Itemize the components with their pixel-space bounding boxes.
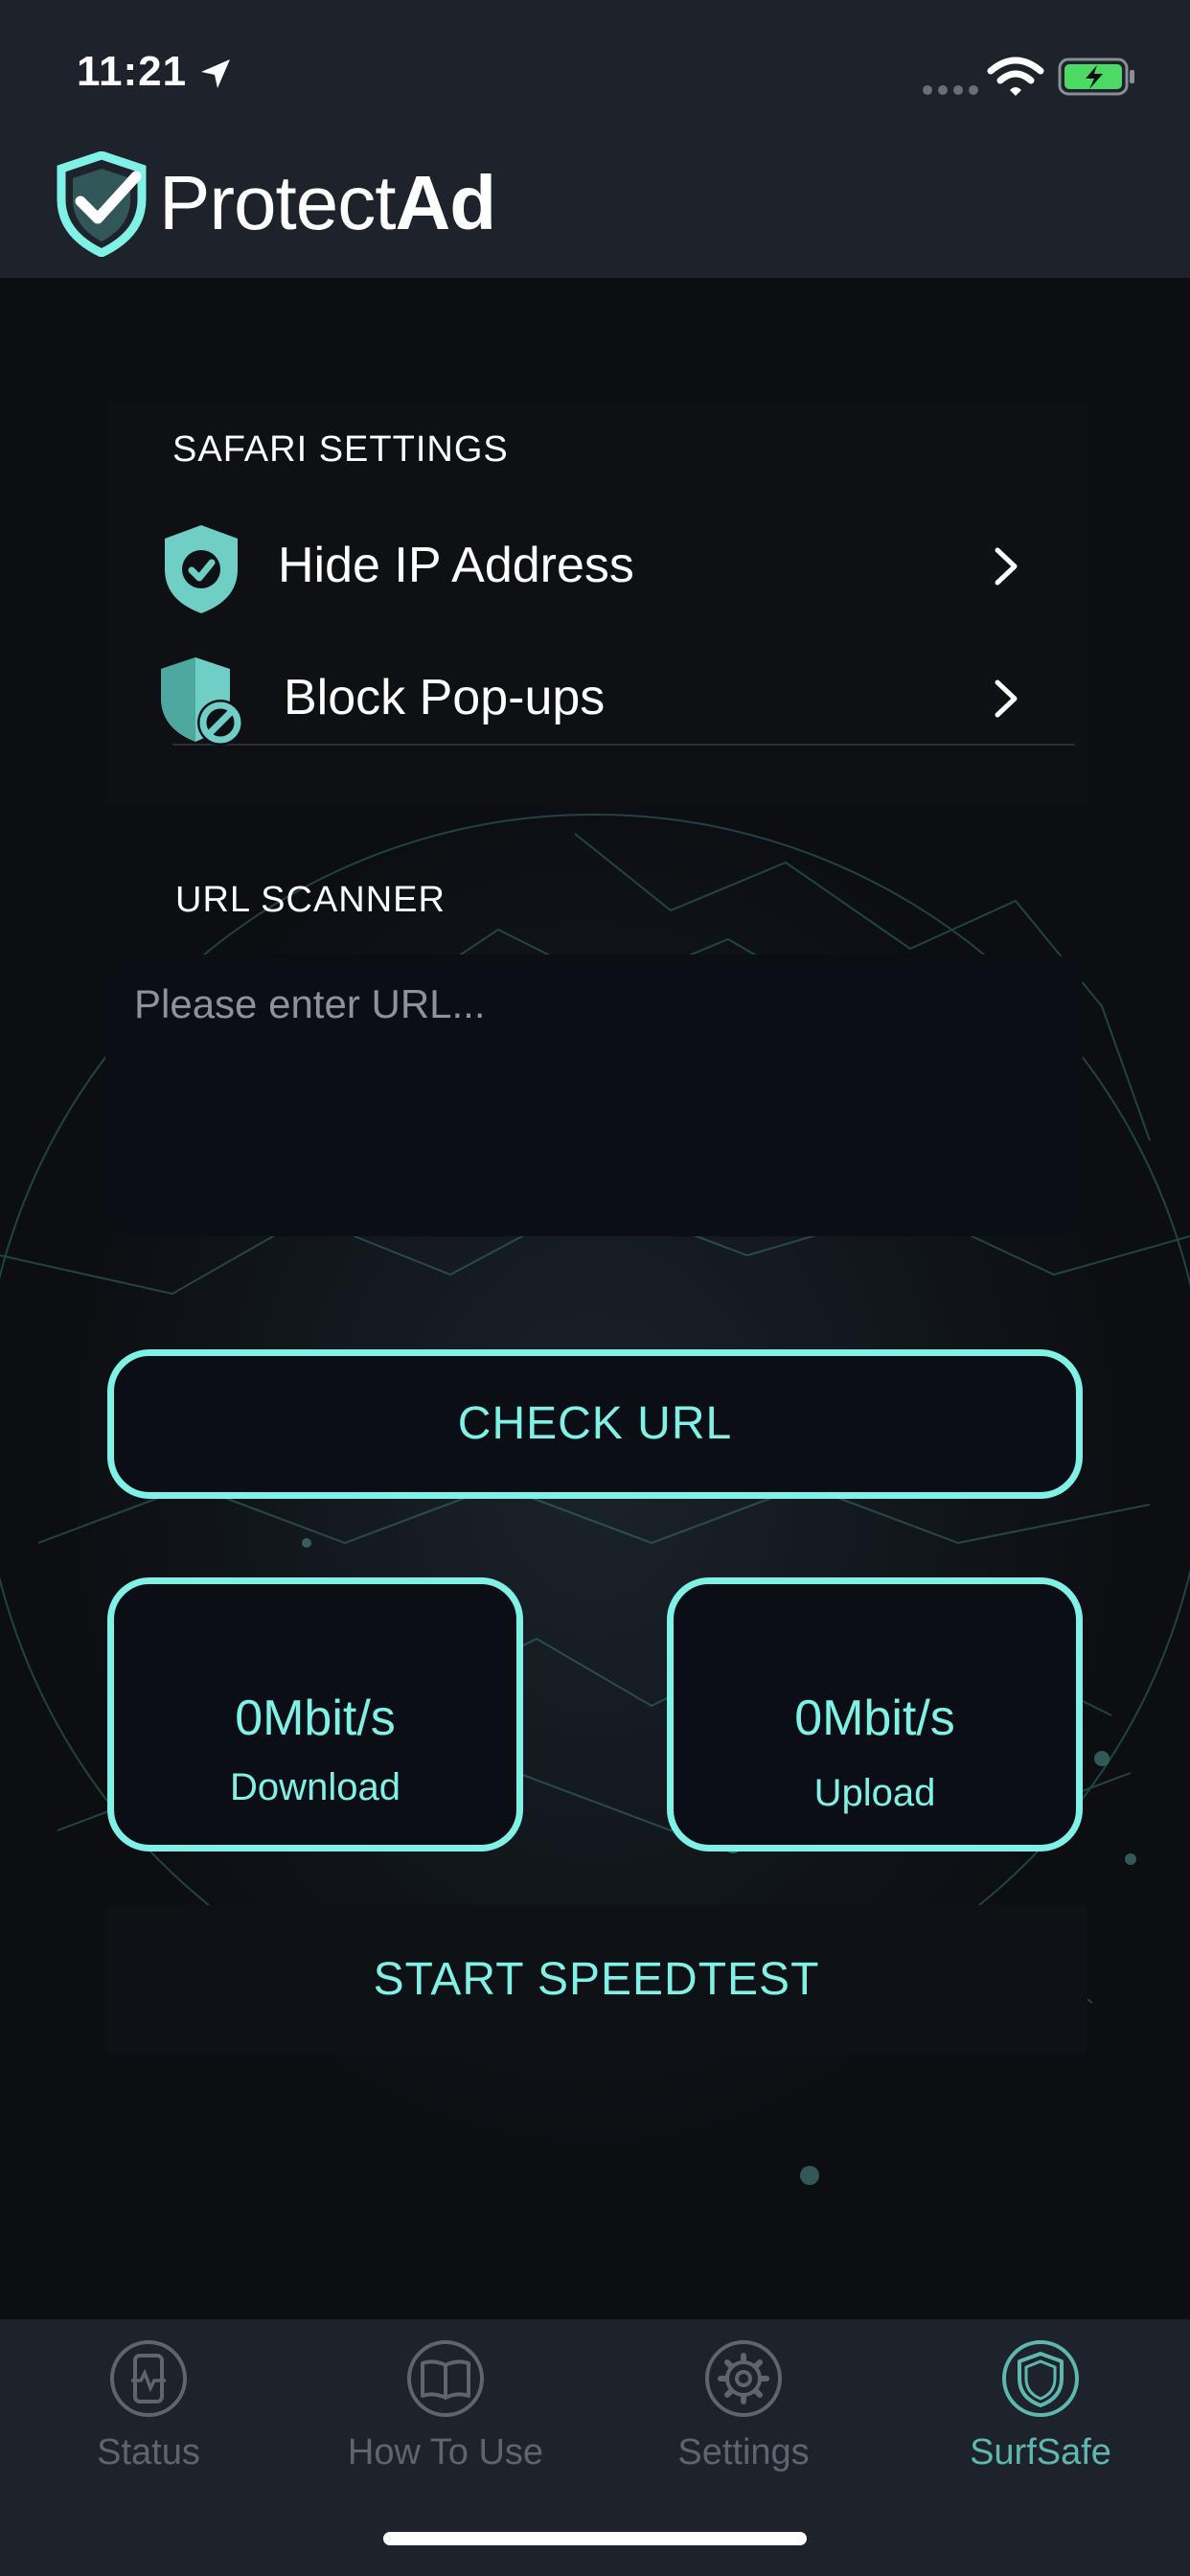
book-icon	[407, 2340, 484, 2417]
signal-dots-icon	[923, 85, 978, 95]
check-url-button[interactable]: CHECK URL	[107, 1349, 1083, 1499]
download-speed-value: 0Mbit/s	[235, 1690, 396, 1746]
upload-speed-value: 0Mbit/s	[794, 1690, 955, 1746]
tab-how-to-use[interactable]: How To Use	[297, 2338, 594, 2501]
chevron-right-icon	[995, 547, 1018, 586]
hide-ip-address-label: Hide IP Address	[278, 538, 634, 593]
brand-logo-text: ProtectAd	[159, 160, 496, 245]
phone-pulse-icon	[110, 2340, 187, 2417]
shield-check-logo-icon	[57, 151, 147, 257]
start-speedtest-button[interactable]: START SPEEDTEST	[105, 1905, 1087, 2055]
shield-block-icon	[161, 657, 243, 746]
url-input[interactable]	[105, 954, 1083, 1236]
location-arrow-icon	[201, 59, 230, 88]
status-bar: 11:21	[0, 0, 1190, 144]
gear-icon	[705, 2340, 782, 2417]
app-header: ProtectAd	[0, 144, 1190, 278]
shield-icon	[1002, 2340, 1079, 2417]
tab-status-label: Status	[97, 2432, 200, 2472]
safari-settings-card: SAFARI SETTINGS Hide IP Address Block Po…	[105, 402, 1087, 805]
tab-settings-label: Settings	[677, 2432, 810, 2472]
hide-ip-address-row[interactable]: Hide IP Address	[153, 498, 1073, 623]
tab-settings[interactable]: Settings	[595, 2338, 892, 2501]
tab-how-to-use-label: How To Use	[347, 2432, 544, 2472]
block-popups-label: Block Pop-ups	[284, 670, 606, 725]
tab-surfsafe-label: SurfSafe	[970, 2432, 1111, 2472]
chevron-right-icon	[995, 679, 1018, 718]
home-indicator[interactable]	[383, 2532, 807, 2545]
tab-surfsafe[interactable]: SurfSafe	[892, 2338, 1189, 2501]
block-popups-row[interactable]: Block Pop-ups	[153, 631, 1073, 755]
upload-speed-box: 0Mbit/s Upload	[667, 1577, 1083, 1852]
download-label: Download	[230, 1766, 400, 1808]
upload-label: Upload	[813, 1772, 936, 1814]
download-speed-box: 0Mbit/s Download	[107, 1577, 523, 1852]
tab-status[interactable]: Status	[0, 2338, 297, 2501]
url-scanner-title: URL SCANNER	[175, 880, 446, 920]
status-time: 11:21	[77, 48, 188, 95]
safari-settings-title: SAFARI SETTINGS	[172, 429, 509, 470]
wifi-icon	[987, 57, 1044, 96]
shield-check-icon	[165, 525, 238, 613]
battery-charging-icon	[1058, 58, 1134, 96]
